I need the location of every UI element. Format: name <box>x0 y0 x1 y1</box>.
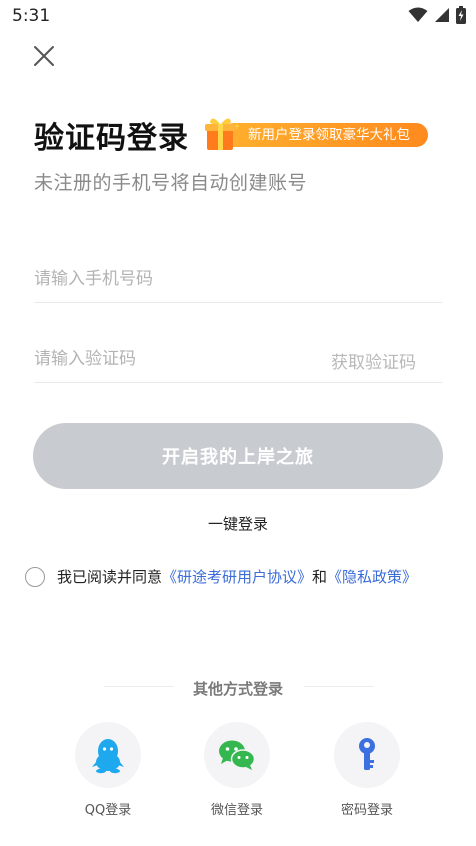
qq-icon <box>92 739 124 774</box>
page-title: 验证码登录 <box>34 121 189 156</box>
battery-icon <box>456 6 466 24</box>
wechat-login-label: 微信登录 <box>210 803 263 818</box>
user-agreement-link[interactable]: 《研途考研用户协议》 <box>162 566 312 587</box>
wifi-icon <box>408 7 428 22</box>
get-code-button[interactable]: 获取验证码 <box>331 348 416 373</box>
page-subtitle: 未注册的手机号将自动创建账号 <box>34 172 308 194</box>
qq-login-label: QQ登录 <box>84 803 132 818</box>
promo-label: 新用户登录领取豪华大礼包 <box>222 123 428 147</box>
wechat-icon <box>219 740 256 770</box>
submit-button[interactable]: 开启我的上岸之旅 <box>33 423 443 489</box>
agreement-and: 和 <box>312 568 328 586</box>
code-field: 获取验证码 <box>34 336 442 383</box>
key-icon <box>359 738 375 770</box>
signal-icon <box>435 8 449 22</box>
code-input[interactable] <box>34 336 294 382</box>
other-login-title: 其他方式登录 <box>192 680 283 698</box>
gift-icon <box>205 118 240 150</box>
status-icons <box>408 6 466 24</box>
phone-field <box>34 256 442 303</box>
agreement-row: 我已阅读并同意 《研途考研用户协议》 和 《隐私政策》 <box>25 566 417 587</box>
close-icon <box>34 46 54 66</box>
agreement-prefix: 我已阅读并同意 <box>57 568 163 586</box>
qq-login-button[interactable]: QQ登录 <box>73 722 143 818</box>
close-button[interactable] <box>28 40 60 72</box>
password-login-label: 密码登录 <box>340 803 393 818</box>
password-login-circle <box>334 722 400 788</box>
one-key-login-link[interactable]: 一键登录 <box>0 513 476 534</box>
password-login-button[interactable]: 密码登录 <box>332 722 402 818</box>
qq-login-circle <box>75 722 141 788</box>
promo-badge[interactable]: 新用户登录领取豪华大礼包 <box>202 118 428 150</box>
status-bar: 5:31 <box>0 0 476 34</box>
wechat-login-circle <box>204 722 270 788</box>
agreement-checkbox[interactable] <box>25 566 45 587</box>
privacy-policy-link[interactable]: 《隐私政策》 <box>327 566 417 587</box>
wechat-login-button[interactable]: 微信登录 <box>202 722 272 818</box>
divider-right <box>304 686 374 687</box>
phone-input[interactable] <box>34 256 294 302</box>
status-time: 5:31 <box>12 6 51 26</box>
